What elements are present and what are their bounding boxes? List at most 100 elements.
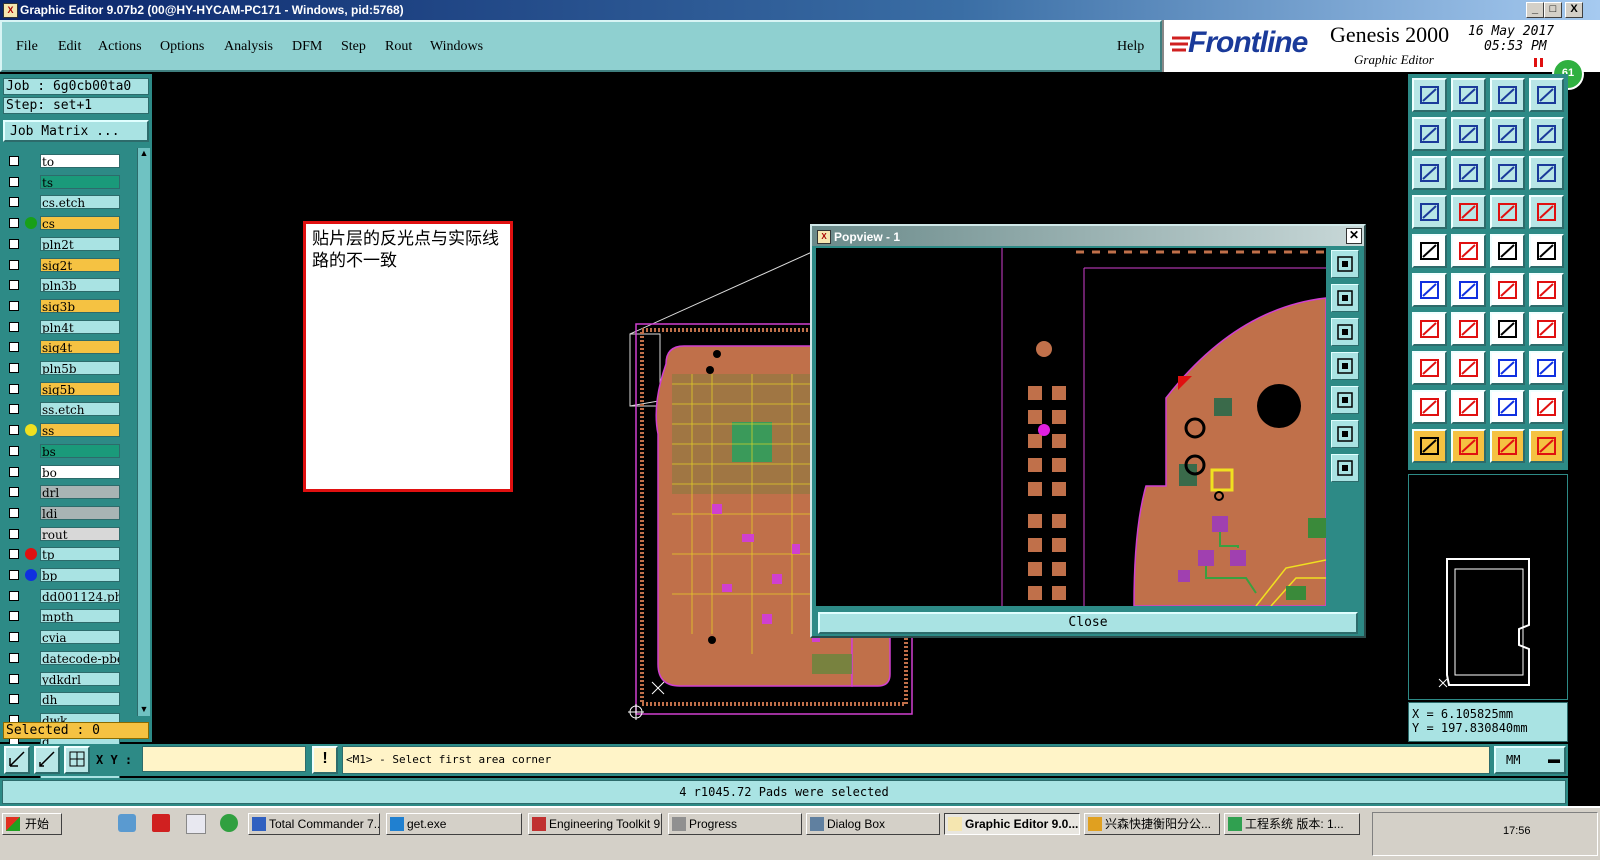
taskbar-item[interactable]: 兴森快捷衡阳分公... [1084, 813, 1220, 835]
taskbar-item[interactable]: Dialog Box [806, 813, 940, 835]
layer-name[interactable]: cs [40, 216, 120, 231]
taskbar-item[interactable]: 工程系统 版本: 1... [1224, 813, 1360, 835]
menu-step[interactable]: Step [341, 39, 366, 55]
menu-help[interactable]: Help [1117, 39, 1144, 55]
connect-icon[interactable] [1451, 195, 1486, 229]
menu-dfm[interactable]: DFM [292, 39, 322, 55]
layer-checkbox[interactable] [9, 425, 19, 436]
layer-name[interactable]: pln4t [40, 319, 120, 334]
layer-checkbox[interactable] [9, 197, 19, 208]
layer-name[interactable]: mpth [40, 609, 120, 624]
resize-icon[interactable] [1490, 351, 1525, 385]
layer-name[interactable]: bs [40, 443, 120, 458]
layer-name[interactable]: bp [40, 568, 120, 582]
layer-name[interactable]: dh [40, 692, 120, 707]
layer-row[interactable]: cs.etch [6, 195, 122, 210]
pad-icon[interactable] [1529, 234, 1564, 268]
redraw-icon[interactable] [1529, 117, 1564, 151]
pad-array-icon[interactable] [1529, 351, 1564, 385]
layer-row[interactable]: mpth [6, 609, 122, 624]
ruler-icon[interactable] [1490, 234, 1525, 268]
scroll-down-arrow-icon[interactable]: ▼ [138, 704, 150, 716]
popview-close-button[interactable]: Close [818, 612, 1358, 634]
page-up-icon[interactable] [1331, 284, 1359, 312]
taskbar-item[interactable]: get.exe [386, 813, 522, 835]
select-net-icon[interactable] [1529, 429, 1564, 463]
grid-icon[interactable] [64, 746, 90, 774]
help-icon[interactable] [1529, 156, 1564, 190]
layer-name[interactable]: datecode-pbe [40, 650, 120, 665]
layer-row[interactable]: cvia [6, 630, 122, 645]
move-icon[interactable] [1412, 351, 1447, 385]
taskbar-item[interactable]: Engineering Toolkit 9... [528, 813, 662, 835]
rotate-icon[interactable] [1490, 312, 1525, 346]
layer-row[interactable]: pln2t [6, 236, 122, 252]
text-a-outline-icon[interactable] [1490, 390, 1525, 424]
job-matrix-button[interactable]: Job Matrix ... [3, 120, 149, 142]
pan-left-icon[interactable] [1412, 117, 1447, 151]
scroll-up-arrow-icon[interactable]: ▲ [138, 148, 150, 160]
layer-row[interactable]: pln4t [6, 319, 122, 335]
menu-file[interactable]: File [16, 39, 38, 55]
menu-options[interactable]: Options [160, 39, 204, 55]
layer-name[interactable]: ldi [40, 505, 120, 520]
layer-row[interactable]: cs [6, 216, 122, 231]
layer-row[interactable]: sig4t [6, 340, 122, 355]
layer-row[interactable]: drl [6, 485, 122, 500]
net-highlight-icon[interactable] [1490, 195, 1525, 229]
start-button[interactable]: 开始 [2, 813, 62, 835]
layer-row[interactable]: to [6, 154, 122, 169]
menu-edit[interactable]: Edit [58, 39, 81, 55]
text-a-icon[interactable] [1451, 390, 1486, 424]
popview-close-icon[interactable]: ✕ [1346, 228, 1362, 244]
measure-icon[interactable] [1451, 234, 1486, 268]
layer-row[interactable]: pln5b [6, 361, 122, 376]
line-icon[interactable] [1490, 273, 1525, 307]
zoom-out-icon[interactable] [1331, 420, 1359, 448]
layer-name[interactable]: rout [40, 526, 120, 541]
restore-icon[interactable] [1490, 117, 1525, 151]
menu-rout[interactable]: Rout [385, 39, 412, 55]
triangle-icon[interactable] [1412, 390, 1447, 424]
layer-name[interactable]: ss.etch [40, 402, 120, 417]
layer-checkbox[interactable] [9, 300, 19, 311]
close-window-button[interactable]: X [1565, 2, 1583, 18]
mirror-icon[interactable] [1529, 312, 1564, 346]
layer-row[interactable]: datecode-pbe [6, 650, 122, 666]
layer-row[interactable]: sig3b [6, 298, 122, 314]
layer-name[interactable]: sig4t [40, 340, 120, 355]
navigation-map[interactable] [1408, 474, 1568, 700]
layer-checkbox[interactable] [9, 445, 19, 456]
layer-row[interactable]: bp [6, 568, 122, 583]
maximize-button[interactable]: □ [1544, 2, 1562, 18]
arc-icon[interactable] [1529, 273, 1564, 307]
select-icon[interactable] [1412, 429, 1447, 463]
layer-row[interactable]: bs [6, 443, 122, 459]
layer-name[interactable]: bo [40, 464, 120, 479]
layer-checkbox[interactable] [9, 487, 19, 498]
slash-icon[interactable] [1451, 312, 1486, 346]
taskbar-item[interactable]: Progress [668, 813, 802, 835]
layer-checkbox[interactable] [9, 673, 19, 684]
layer-checkbox[interactable] [9, 404, 19, 415]
select-polygon-icon[interactable] [1490, 429, 1525, 463]
layer-checkbox[interactable] [9, 321, 19, 332]
layer-row[interactable]: dd001124.pho [6, 588, 122, 604]
menu-analysis[interactable]: Analysis [224, 39, 273, 55]
layer-row[interactable]: tp [6, 547, 122, 562]
zoom-vertical-icon[interactable] [1412, 156, 1447, 190]
layer-row[interactable]: ss.etch [6, 402, 122, 417]
home-icon[interactable] [1490, 78, 1525, 112]
layer-checkbox[interactable] [9, 156, 19, 166]
layer-name[interactable]: ts [40, 174, 120, 189]
quicklaunch-icon[interactable] [118, 814, 136, 832]
feature-info-icon[interactable] [1412, 234, 1447, 268]
layer-name[interactable]: cs.etch [40, 195, 120, 210]
pan-left-icon[interactable] [1331, 352, 1359, 380]
layer-name[interactable]: pln3b [40, 278, 120, 293]
net-select-icon[interactable] [1529, 195, 1564, 229]
layer-name[interactable]: pln5b [40, 361, 120, 375]
snap-node-icon[interactable] [1412, 273, 1447, 307]
ratio-1-2-icon[interactable] [1490, 156, 1525, 190]
layer-name[interactable]: drl [40, 485, 120, 500]
